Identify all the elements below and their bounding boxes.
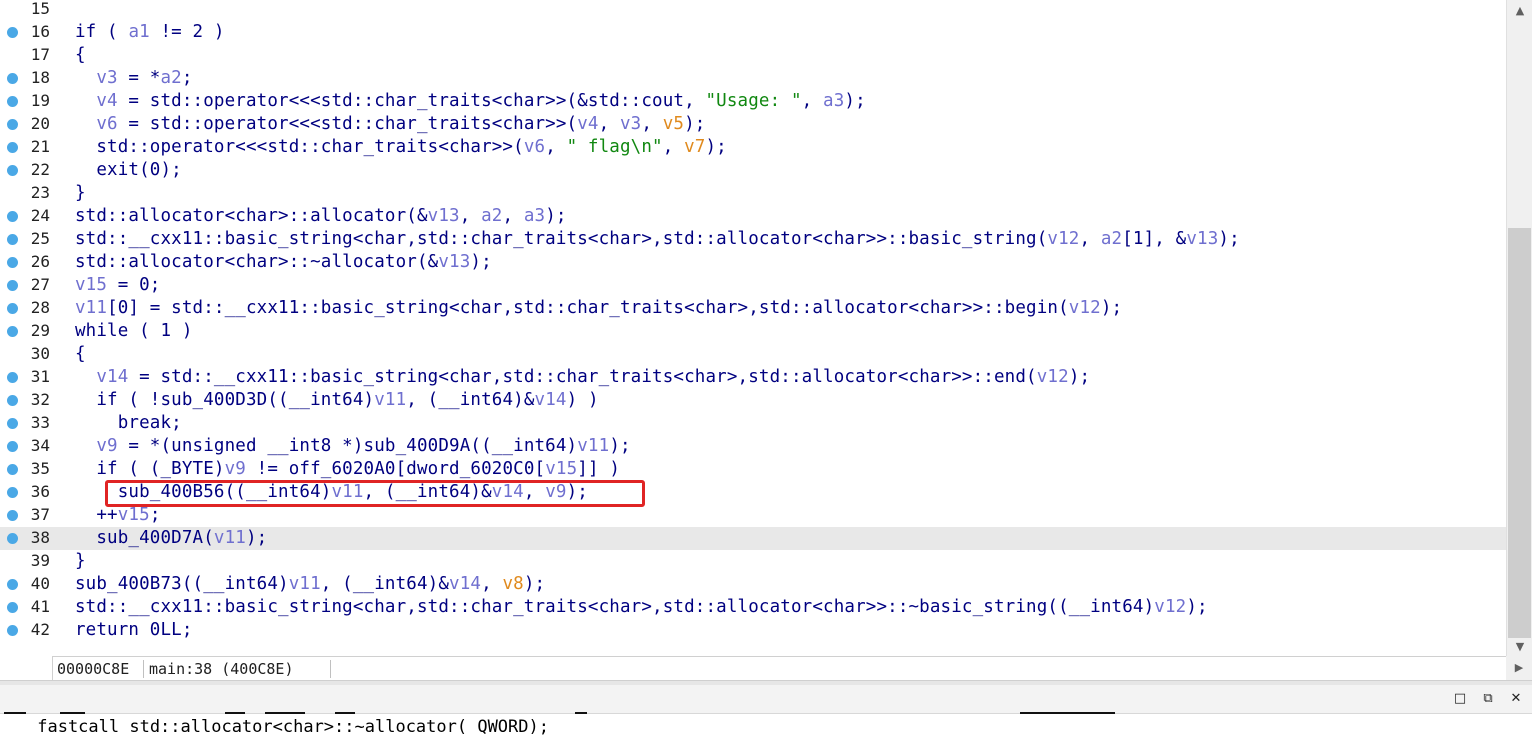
code-text[interactable]: v15 = 0; <box>75 275 161 295</box>
line-number: 22 <box>30 160 50 179</box>
line-number: 24 <box>30 206 50 225</box>
line-number: 26 <box>30 252 50 271</box>
pseudocode-editor[interactable]: 15 16 if ( a1 != 2 ) 17{18 v3 = *a2; 19 v4 =… <box>0 0 1506 656</box>
line-number: 21 <box>30 137 50 156</box>
code-text[interactable]: break; <box>75 413 182 433</box>
status-bar: 00000C8E main:38 (400C8E) <box>52 656 1507 681</box>
line-number: 25 <box>30 229 50 248</box>
code-text[interactable]: std::operator<<<std::char_traits<char>>(… <box>75 137 727 157</box>
code-line-24[interactable]: 24 std::allocator<char>::allocator(&v13, … <box>0 205 1506 228</box>
code-text[interactable]: } <box>75 551 86 571</box>
code-line-40[interactable]: 40 sub_400B73((__int64)v11, (__int64)&v14… <box>0 573 1506 596</box>
line-number: 38 <box>30 528 50 547</box>
line-number: 39 <box>30 551 50 570</box>
code-text[interactable]: v9 = *(unsigned __int8 *)sub_400D9A((__i… <box>75 436 631 456</box>
code-line-27[interactable]: 27 v15 = 0; <box>0 274 1506 297</box>
code-line-41[interactable]: 41 std::__cxx11::basic_string<char,std::c… <box>0 596 1506 619</box>
line-number: 33 <box>30 413 50 432</box>
code-text[interactable]: std::allocator<char>::allocator(&v13, a2… <box>75 206 567 226</box>
scroll-down-icon[interactable]: ▼ <box>1507 640 1532 653</box>
scrollbar-thumb[interactable] <box>1508 228 1531 638</box>
code-line-17[interactable]: 17 { <box>0 44 1506 67</box>
code-text[interactable]: v3 = *a2; <box>75 68 193 88</box>
code-text[interactable]: { <box>75 344 86 364</box>
code-line-25[interactable]: 25 std::__cxx11::basic_string<char,std::c… <box>0 228 1506 251</box>
code-text[interactable]: if ( a1 != 2 ) <box>75 22 225 42</box>
scroll-up-icon[interactable]: ▲ <box>1507 4 1532 17</box>
line-number: 41 <box>30 597 50 616</box>
code-line-34[interactable]: 34 v9 = *(unsigned __int8 *)sub_400D9A((… <box>0 435 1506 458</box>
line-number: 18 <box>30 68 50 87</box>
restore-icon[interactable]: ⧉ <box>1478 689 1498 709</box>
code-line-37[interactable]: 37 ++v15; <box>0 504 1506 527</box>
line-number: 34 <box>30 436 50 455</box>
code-line-20[interactable]: 20 v6 = std::operator<<<std::char_traits… <box>0 113 1506 136</box>
code-line-15[interactable]: 15 <box>0 0 1506 21</box>
code-text[interactable]: { <box>75 45 86 65</box>
code-line-28[interactable]: 28 v11[0] = std::__cxx11::basic_string<ch… <box>0 297 1506 320</box>
code-text[interactable]: v4 = std::operator<<<std::char_traits<ch… <box>75 91 866 111</box>
code-line-19[interactable]: 19 v4 = std::operator<<<std::char_traits… <box>0 90 1506 113</box>
line-number: 28 <box>30 298 50 317</box>
code-text[interactable]: v11[0] = std::__cxx11::basic_string<char… <box>75 298 1122 318</box>
maximize-icon[interactable]: □ <box>1450 689 1470 709</box>
output-pane-text: fastcall std::allocator<char>::~allocato… <box>27 717 549 737</box>
line-number: 42 <box>30 620 50 639</box>
line-number: 19 <box>30 91 50 110</box>
code-text[interactable]: if ( !sub_400D3D((__int64)v11, (__int64)… <box>75 390 599 410</box>
code-text[interactable]: std::__cxx11::basic_string<char,std::cha… <box>75 597 1208 617</box>
code-text[interactable]: return 0LL; <box>75 620 193 640</box>
code-line-31[interactable]: 31 v14 = std::__cxx11::basic_string<char… <box>0 366 1506 389</box>
vertical-scrollbar[interactable]: ▲ ▼ <box>1506 0 1532 656</box>
code-line-29[interactable]: 29 while ( 1 ) <box>0 320 1506 343</box>
line-number: 29 <box>30 321 50 340</box>
close-icon[interactable]: ✕ <box>1506 689 1526 709</box>
code-text[interactable]: sub_400B73((__int64)v11, (__int64)&v14, … <box>75 574 545 594</box>
code-line-32[interactable]: 32 if ( !sub_400D3D((__int64)v11, (__int… <box>0 389 1506 412</box>
code-line-23[interactable]: 23} <box>0 182 1506 205</box>
line-number: 36 <box>30 482 50 501</box>
code-line-30[interactable]: 30 { <box>0 343 1506 366</box>
code-text[interactable]: std::allocator<char>::~allocator(&v13); <box>75 252 492 272</box>
line-number: 31 <box>30 367 50 386</box>
code-text[interactable]: exit(0); <box>75 160 182 180</box>
line-number: 40 <box>30 574 50 593</box>
line-number: 15 <box>30 0 50 18</box>
code-text[interactable]: if ( (_BYTE)v9 != off_6020A0[dword_6020C… <box>75 459 620 479</box>
code-line-16[interactable]: 16 if ( a1 != 2 ) <box>0 21 1506 44</box>
code-text[interactable]: v14 = std::__cxx11::basic_string<char,st… <box>75 367 1090 387</box>
code-text[interactable]: std::__cxx11::basic_string<char,std::cha… <box>75 229 1240 249</box>
code-line-38[interactable]: 38 sub_400D7A(v11); <box>0 527 1506 550</box>
code-text[interactable]: } <box>75 183 86 203</box>
line-number: 23 <box>30 183 50 202</box>
code-line-33[interactable]: 33 break; <box>0 412 1506 435</box>
line-number: 37 <box>30 505 50 524</box>
line-number: 32 <box>30 390 50 409</box>
code-line-22[interactable]: 22 exit(0); <box>0 159 1506 182</box>
line-number: 17 <box>30 45 50 64</box>
line-number: 35 <box>30 459 50 478</box>
line-number: 20 <box>30 114 50 133</box>
code-text[interactable]: sub_400D7A(v11); <box>75 528 267 548</box>
scroll-right-icon[interactable]: ▶ <box>1506 656 1532 680</box>
code-line-35[interactable]: 35 if ( (_BYTE)v9 != off_6020A0[dword_60… <box>0 458 1506 481</box>
code-line-26[interactable]: 26 std::allocator<char>::~allocator(&v13)… <box>0 251 1506 274</box>
line-number: 16 <box>30 22 50 41</box>
status-address: 00000C8E <box>57 660 130 678</box>
code-line-18[interactable]: 18 v3 = *a2; <box>0 67 1506 90</box>
code-text[interactable]: ++v15; <box>75 505 161 525</box>
code-text[interactable]: while ( 1 ) <box>75 321 193 341</box>
line-number: 27 <box>30 275 50 294</box>
code-text[interactable]: v6 = std::operator<<<std::char_traits<ch… <box>75 114 706 134</box>
highlight-box-line-36 <box>105 480 645 507</box>
line-number: 30 <box>30 344 50 363</box>
code-line-21[interactable]: 21 std::operator<<<std::char_traits<char… <box>0 136 1506 159</box>
status-location: main:38 (400C8E) <box>149 660 294 678</box>
code-line-39[interactable]: 39} <box>0 550 1506 573</box>
code-line-42[interactable]: 42 return 0LL; <box>0 619 1506 642</box>
output-pane-header: □ ⧉ ✕ <box>0 685 1532 714</box>
